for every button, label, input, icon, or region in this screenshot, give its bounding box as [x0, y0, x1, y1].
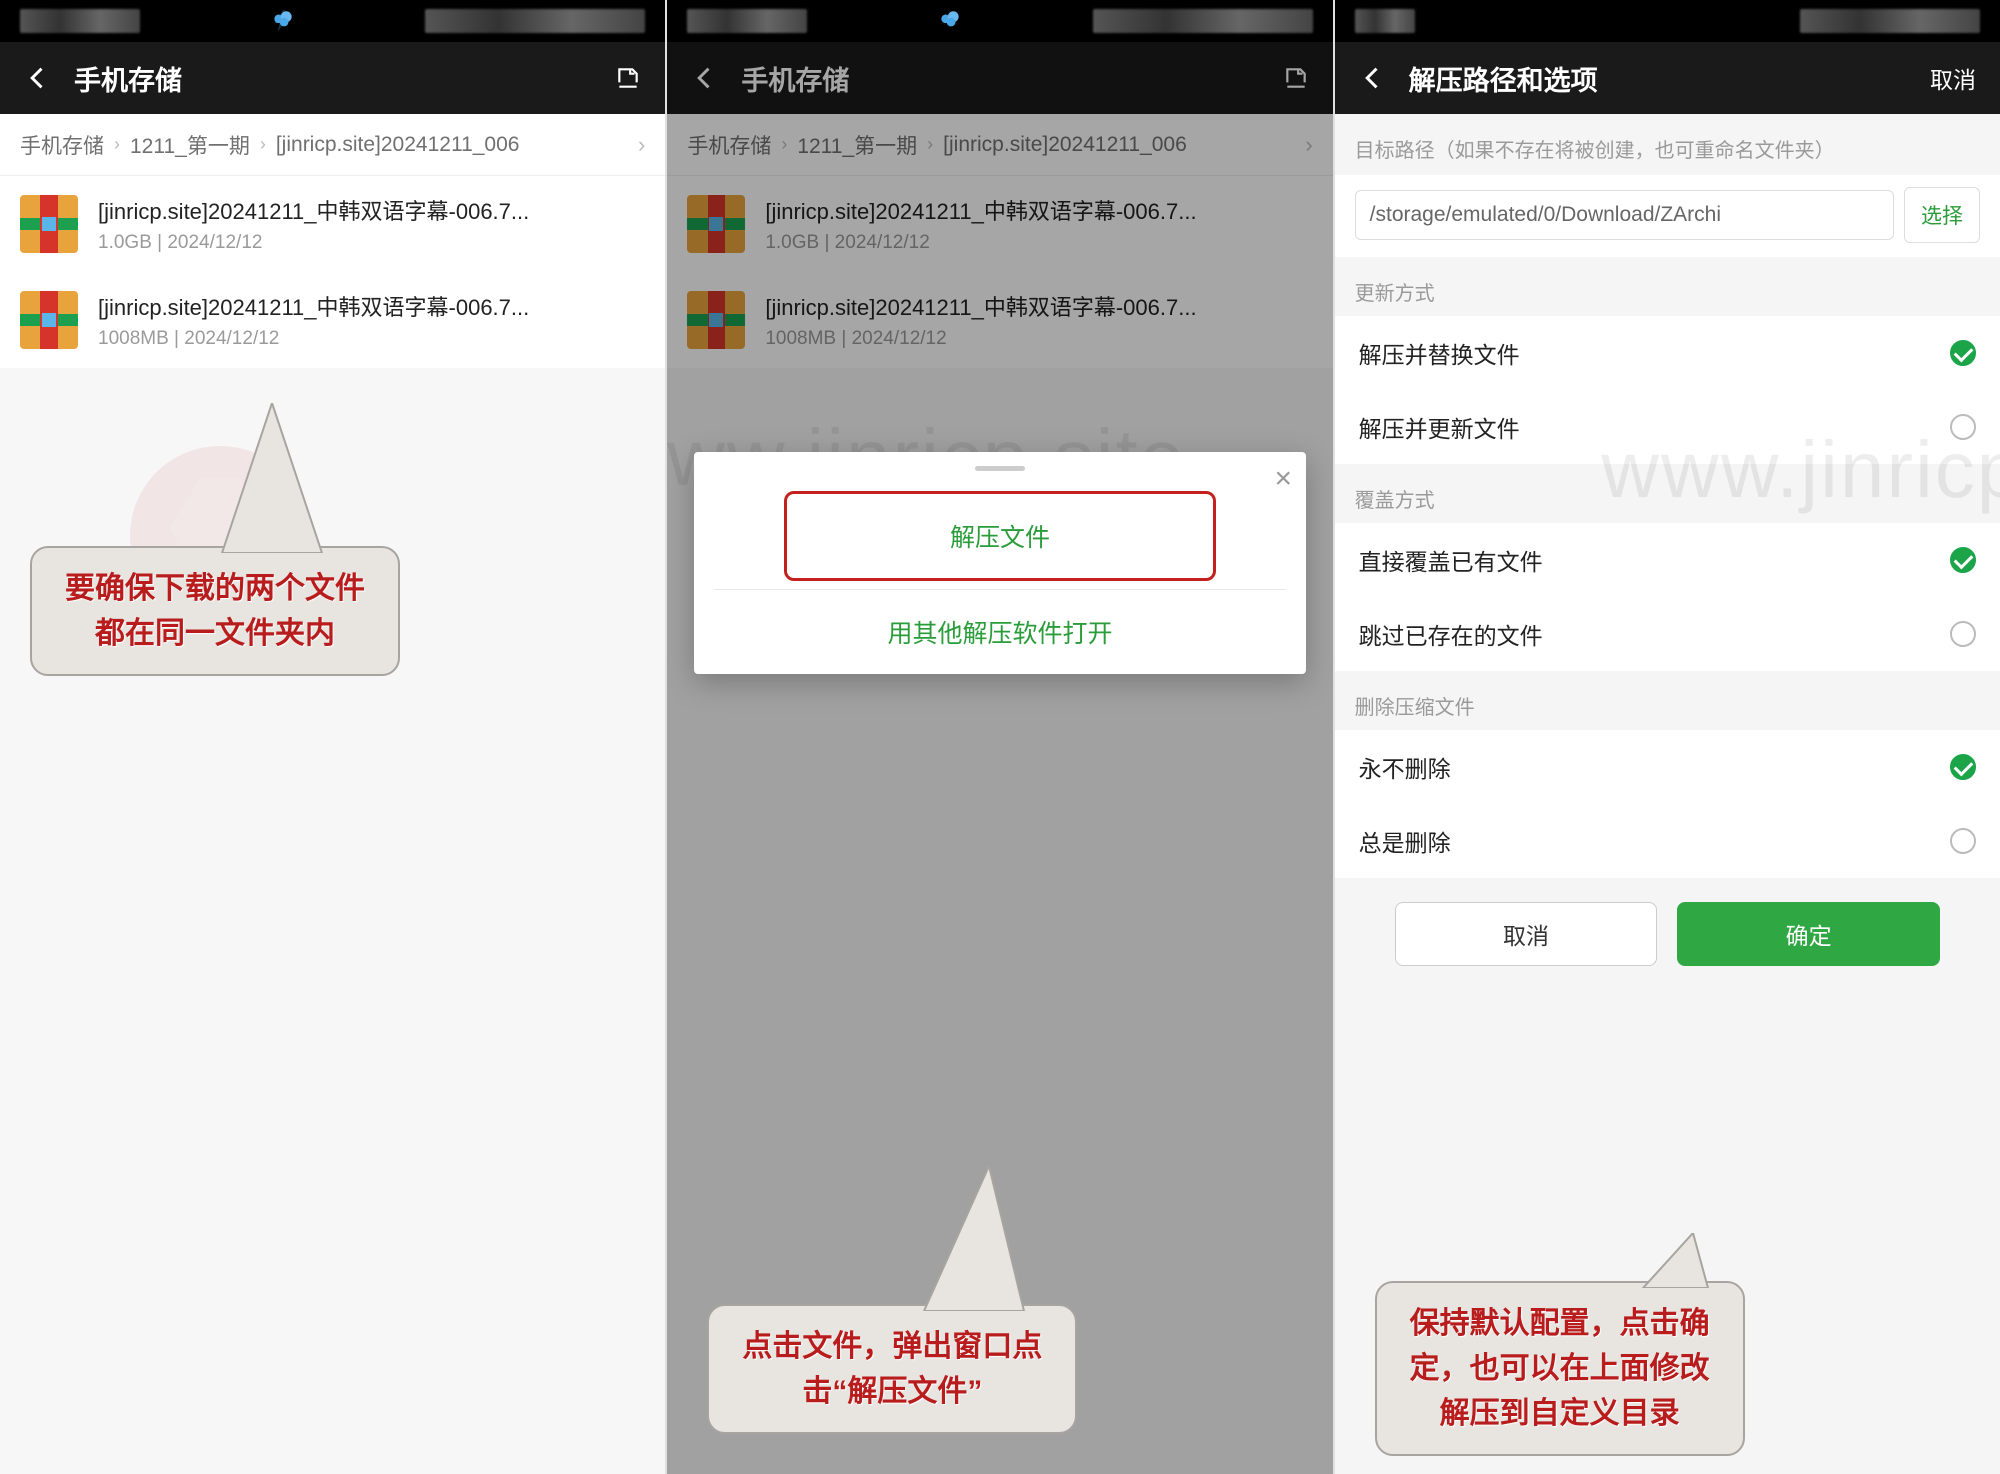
radio-checked-icon	[1950, 547, 1976, 573]
chevron-right-icon: ›	[638, 132, 645, 158]
status-right-blur	[1093, 9, 1313, 33]
cloud-icon	[937, 8, 963, 34]
status-left-blur	[1355, 9, 1415, 33]
button-row: 取消 确定	[1335, 878, 2000, 990]
file-meta: 1.0GB | 2024/12/12	[98, 232, 645, 254]
screen-2: 手机存储 手机存储 › 1211_第一期 › [jinricp.site]202…	[667, 0, 1332, 1474]
file-list: [jinricp.site]20241211_中韩双语字幕-006.7... 1…	[0, 176, 665, 1474]
file-item[interactable]: [jinricp.site]20241211_中韩双语字幕-006.7... 1…	[0, 272, 665, 368]
annotation-callout: 点击文件，弹出窗口点 击“解压文件”	[707, 1304, 1077, 1434]
back-icon[interactable]	[1359, 64, 1387, 92]
breadcrumb: 手机存储 › 1211_第一期 › [jinricp.site]20241211…	[0, 114, 665, 176]
status-right-blur	[425, 9, 645, 33]
option-extract-replace[interactable]: 解压并替换文件	[1335, 316, 2000, 390]
file-info: [jinricp.site]20241211_中韩双语字幕-006.7... 1…	[98, 194, 645, 254]
path-row: /storage/emulated/0/Download/ZArchi 选择	[1335, 175, 2000, 257]
close-icon[interactable]: ×	[1275, 462, 1293, 496]
page-title: 手机存储	[741, 59, 1260, 98]
option-never-delete[interactable]: 永不删除	[1335, 730, 2000, 804]
file-meta: 1.0GB | 2024/12/12	[765, 232, 1312, 254]
option-overwrite-direct[interactable]: 直接覆盖已有文件	[1335, 523, 2000, 597]
archive-icon	[687, 195, 745, 253]
ok-button[interactable]: 确定	[1677, 902, 1940, 966]
file-name: [jinricp.site]20241211_中韩双语字幕-006.7...	[765, 290, 1312, 322]
option-skip-existing[interactable]: 跳过已存在的文件	[1335, 597, 2000, 671]
file-info: [jinricp.site]20241211_中韩双语字幕-006.7... 1…	[98, 290, 645, 350]
open-with-other-option[interactable]: 用其他解压软件打开	[694, 590, 1306, 674]
action-popup: × 解压文件 用其他解压软件打开	[694, 452, 1306, 674]
file-item[interactable]: [jinricp.site]20241211_中韩双语字幕-006.7... 1…	[0, 176, 665, 272]
breadcrumb-item[interactable]: [jinricp.site]20241211_006	[943, 133, 1187, 157]
file-meta: 1008MB | 2024/12/12	[765, 328, 1312, 350]
status-left-blur	[687, 9, 807, 33]
select-path-button[interactable]: 选择	[1904, 187, 1980, 243]
edit-icon[interactable]	[615, 65, 641, 91]
chevron-right-icon: ›	[1305, 132, 1312, 158]
radio-checked-icon	[1950, 754, 1976, 780]
header: 手机存储	[0, 42, 665, 114]
breadcrumb-item[interactable]: 手机存储	[687, 130, 771, 160]
archive-icon	[687, 291, 745, 349]
path-input[interactable]: /storage/emulated/0/Download/ZArchi	[1355, 190, 1894, 240]
file-name: [jinricp.site]20241211_中韩双语字幕-006.7...	[98, 194, 645, 226]
breadcrumb: 手机存储 › 1211_第一期 › [jinricp.site]20241211…	[667, 114, 1332, 176]
section-overwrite-mode: 覆盖方式	[1335, 464, 2000, 523]
option-always-delete[interactable]: 总是删除	[1335, 804, 2000, 878]
file-name: [jinricp.site]20241211_中韩双语字幕-006.7...	[98, 290, 645, 322]
path-hint: 目标路径（如果不存在将被创建，也可重命名文件夹）	[1335, 114, 2000, 175]
file-name: [jinricp.site]20241211_中韩双语字幕-006.7...	[765, 194, 1312, 226]
extract-file-option[interactable]: 解压文件	[784, 491, 1216, 581]
radio-checked-icon	[1950, 340, 1976, 366]
cancel-link[interactable]: 取消	[1930, 61, 1976, 95]
annotation-callout: 保持默认配置，点击确 定，也可以在上面修改 解压到自定义目录	[1375, 1281, 1745, 1456]
breadcrumb-item[interactable]: 手机存储	[20, 130, 104, 160]
page-title: 手机存储	[74, 59, 593, 98]
section-update-mode: 更新方式	[1335, 257, 2000, 316]
screen-3: 解压路径和选项 取消 www.jinricp.site 目标路径（如果不存在将被…	[1335, 0, 2000, 1474]
status-bar	[1335, 0, 2000, 42]
screen-1: 手机存储 手机存储 › 1211_第一期 › [jinricp.site]202…	[0, 0, 665, 1474]
back-icon[interactable]	[691, 64, 719, 92]
header: 解压路径和选项 取消	[1335, 42, 2000, 114]
callout-tail	[212, 403, 332, 553]
cloud-icon	[270, 8, 296, 34]
chevron-right-icon: ›	[114, 134, 120, 155]
options-body: www.jinricp.site 目标路径（如果不存在将被创建，也可重命名文件夹…	[1335, 114, 2000, 1474]
back-icon[interactable]	[24, 64, 52, 92]
chevron-right-icon: ›	[781, 134, 787, 155]
cancel-button[interactable]: 取消	[1395, 902, 1658, 966]
chevron-right-icon: ›	[260, 134, 266, 155]
option-extract-update[interactable]: 解压并更新文件	[1335, 390, 2000, 464]
file-meta: 1008MB | 2024/12/12	[98, 328, 645, 350]
annotation-callout: 要确保下载的两个文件 都在同一文件夹内	[30, 546, 400, 676]
status-bar	[0, 0, 665, 42]
chevron-right-icon: ›	[927, 134, 933, 155]
breadcrumb-item[interactable]: 1211_第一期	[130, 130, 250, 160]
drag-handle[interactable]	[975, 466, 1025, 471]
archive-icon	[20, 195, 78, 253]
status-right-blur	[1800, 9, 1980, 33]
header: 手机存储	[667, 42, 1332, 114]
page-title: 解压路径和选项	[1409, 59, 1908, 98]
file-item[interactable]: [jinricp.site]20241211_中韩双语字幕-006.7... 10…	[667, 272, 1332, 368]
status-bar	[667, 0, 1332, 42]
breadcrumb-item[interactable]: [jinricp.site]20241211_006	[276, 133, 520, 157]
breadcrumb-item[interactable]: 1211_第一期	[797, 130, 917, 160]
radio-icon	[1950, 414, 1976, 440]
radio-icon	[1950, 621, 1976, 647]
file-item[interactable]: [jinricp.site]20241211_中韩双语字幕-006.7... 1.…	[667, 176, 1332, 272]
section-delete-archive: 删除压缩文件	[1335, 671, 2000, 730]
status-left-blur	[20, 9, 140, 33]
edit-icon[interactable]	[1283, 65, 1309, 91]
callout-tail	[1623, 1233, 1713, 1288]
archive-icon	[20, 291, 78, 349]
callout-tail	[909, 1166, 1029, 1311]
radio-icon	[1950, 828, 1976, 854]
